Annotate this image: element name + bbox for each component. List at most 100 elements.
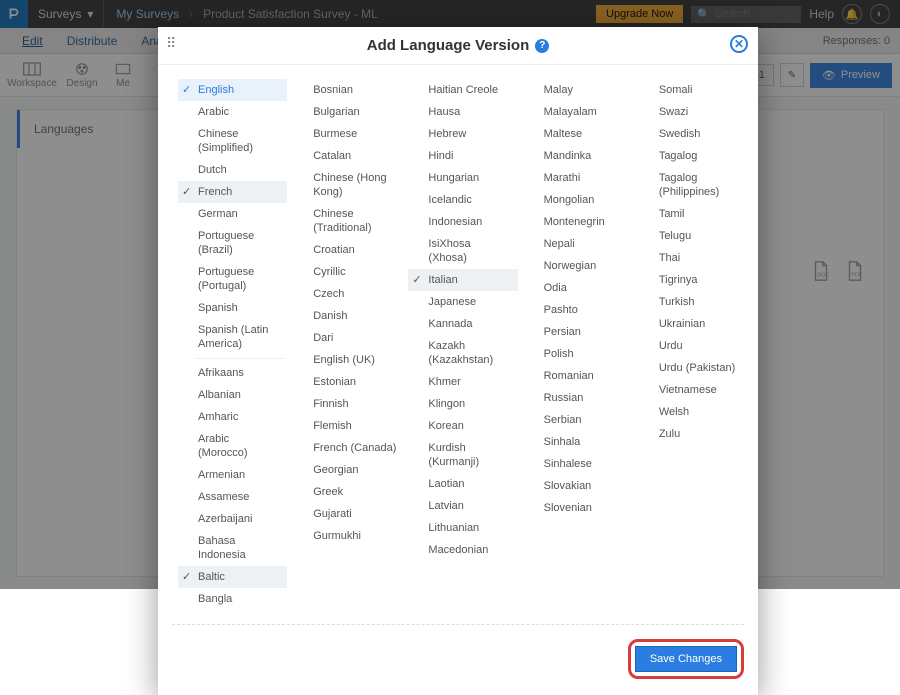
language-option[interactable]: Klingon [408,393,517,415]
language-option[interactable]: Romanian [524,365,633,387]
language-option[interactable]: Sinhala [524,431,633,453]
language-option[interactable]: Urdu (Pakistan) [639,357,748,379]
language-option[interactable]: Persian [524,321,633,343]
language-option[interactable]: Zulu [639,423,748,445]
language-option[interactable]: Catalan [293,145,402,167]
language-option[interactable]: Pashto [524,299,633,321]
language-option[interactable]: Norwegian [524,255,633,277]
language-option[interactable]: Russian [524,387,633,409]
language-option[interactable]: Chinese (Traditional) [293,203,402,239]
language-option[interactable]: Gurmukhi [293,525,402,547]
language-option[interactable]: Bosnian [293,79,402,101]
language-option[interactable]: ✓Baltic [178,566,287,588]
language-option[interactable]: English (UK) [293,349,402,371]
language-option[interactable]: Japanese [408,291,517,313]
language-option[interactable]: Hebrew [408,123,517,145]
language-option[interactable]: Spanish (Latin America) [178,319,287,355]
language-option[interactable]: Tagalog [639,145,748,167]
language-option[interactable]: Flemish [293,415,402,437]
language-option[interactable]: Portuguese (Brazil) [178,225,287,261]
language-option[interactable]: Slovakian [524,475,633,497]
language-option[interactable]: Urdu [639,335,748,357]
language-option[interactable]: Sinhalese [524,453,633,475]
language-option[interactable]: Croatian [293,239,402,261]
language-option[interactable]: Slovenian [524,497,633,519]
language-option[interactable]: Khmer [408,371,517,393]
language-option[interactable]: Kurdish (Kurmanji) [408,437,517,473]
language-option[interactable]: Bulgarian [293,101,402,123]
language-option[interactable]: Assamese [178,486,287,508]
language-option[interactable]: Bangla [178,588,287,610]
help-icon[interactable]: ? [535,39,549,53]
language-option[interactable]: Lithuanian [408,517,517,539]
language-option[interactable]: Azerbaijani [178,508,287,530]
language-option[interactable]: Estonian [293,371,402,393]
language-option[interactable]: Odia [524,277,633,299]
language-option[interactable]: Dari [293,327,402,349]
language-option[interactable]: Tigrinya [639,269,748,291]
language-option[interactable]: Tamil [639,203,748,225]
language-option[interactable]: Haitian Creole [408,79,517,101]
drag-handle-icon[interactable]: ⠿ [166,35,174,52]
language-option[interactable]: Icelandic [408,189,517,211]
language-option[interactable]: Thai [639,247,748,269]
language-option[interactable]: Chinese (Simplified) [178,123,287,159]
language-option[interactable]: Spanish [178,297,287,319]
language-option[interactable]: Malay [524,79,633,101]
language-option[interactable]: Hungarian [408,167,517,189]
language-option[interactable]: Hausa [408,101,517,123]
language-option[interactable]: Swazi [639,101,748,123]
language-option[interactable]: Latvian [408,495,517,517]
language-option[interactable]: ✓French [178,181,287,203]
language-option[interactable]: ✓English [178,79,287,101]
language-option[interactable]: Laotian [408,473,517,495]
language-option[interactable]: Swedish [639,123,748,145]
language-option[interactable]: Maltese [524,123,633,145]
language-option[interactable]: Czech [293,283,402,305]
language-option[interactable]: Turkish [639,291,748,313]
language-option[interactable]: Hindi [408,145,517,167]
language-option[interactable]: Albanian [178,384,287,406]
language-option[interactable]: Cyrillic [293,261,402,283]
language-option[interactable]: Welsh [639,401,748,423]
language-option[interactable]: IsiXhosa (Xhosa) [408,233,517,269]
language-option[interactable]: French (Canada) [293,437,402,459]
language-option[interactable]: Somali [639,79,748,101]
language-option[interactable]: Ukrainian [639,313,748,335]
language-option[interactable]: Greek [293,481,402,503]
language-option[interactable]: Indonesian [408,211,517,233]
language-option[interactable]: Kazakh (Kazakhstan) [408,335,517,371]
language-option[interactable]: Kannada [408,313,517,335]
language-option[interactable]: Marathi [524,167,633,189]
save-changes-button[interactable]: Save Changes [635,646,737,672]
language-option[interactable]: Armenian [178,464,287,486]
language-option[interactable]: Chinese (Hong Kong) [293,167,402,203]
language-option[interactable]: Nepali [524,233,633,255]
language-option[interactable]: Tagalog (Philippines) [639,167,748,203]
language-option[interactable]: Arabic [178,101,287,123]
language-option[interactable]: Finnish [293,393,402,415]
language-option[interactable]: Mandinka [524,145,633,167]
language-option[interactable]: Portuguese (Portugal) [178,261,287,297]
language-option[interactable]: Macedonian [408,539,517,561]
language-option[interactable]: Afrikaans [178,362,287,384]
language-option[interactable]: Serbian [524,409,633,431]
language-option[interactable]: Vietnamese [639,379,748,401]
language-option[interactable]: Danish [293,305,402,327]
close-icon[interactable]: ✕ [730,35,748,53]
language-option[interactable]: Dutch [178,159,287,181]
language-option[interactable]: Amharic [178,406,287,428]
language-option[interactable]: Georgian [293,459,402,481]
language-option[interactable]: Bahasa Indonesia [178,530,287,566]
language-option[interactable]: Korean [408,415,517,437]
language-option[interactable]: Arabic (Morocco) [178,428,287,464]
language-option[interactable]: Polish [524,343,633,365]
language-option[interactable]: Mongolian [524,189,633,211]
language-option[interactable]: ✓Italian [408,269,517,291]
language-option[interactable]: Montenegrin [524,211,633,233]
language-option[interactable]: Burmese [293,123,402,145]
language-option[interactable]: Gujarati [293,503,402,525]
language-option[interactable]: Telugu [639,225,748,247]
language-option[interactable]: Malayalam [524,101,633,123]
language-option[interactable]: German [178,203,287,225]
